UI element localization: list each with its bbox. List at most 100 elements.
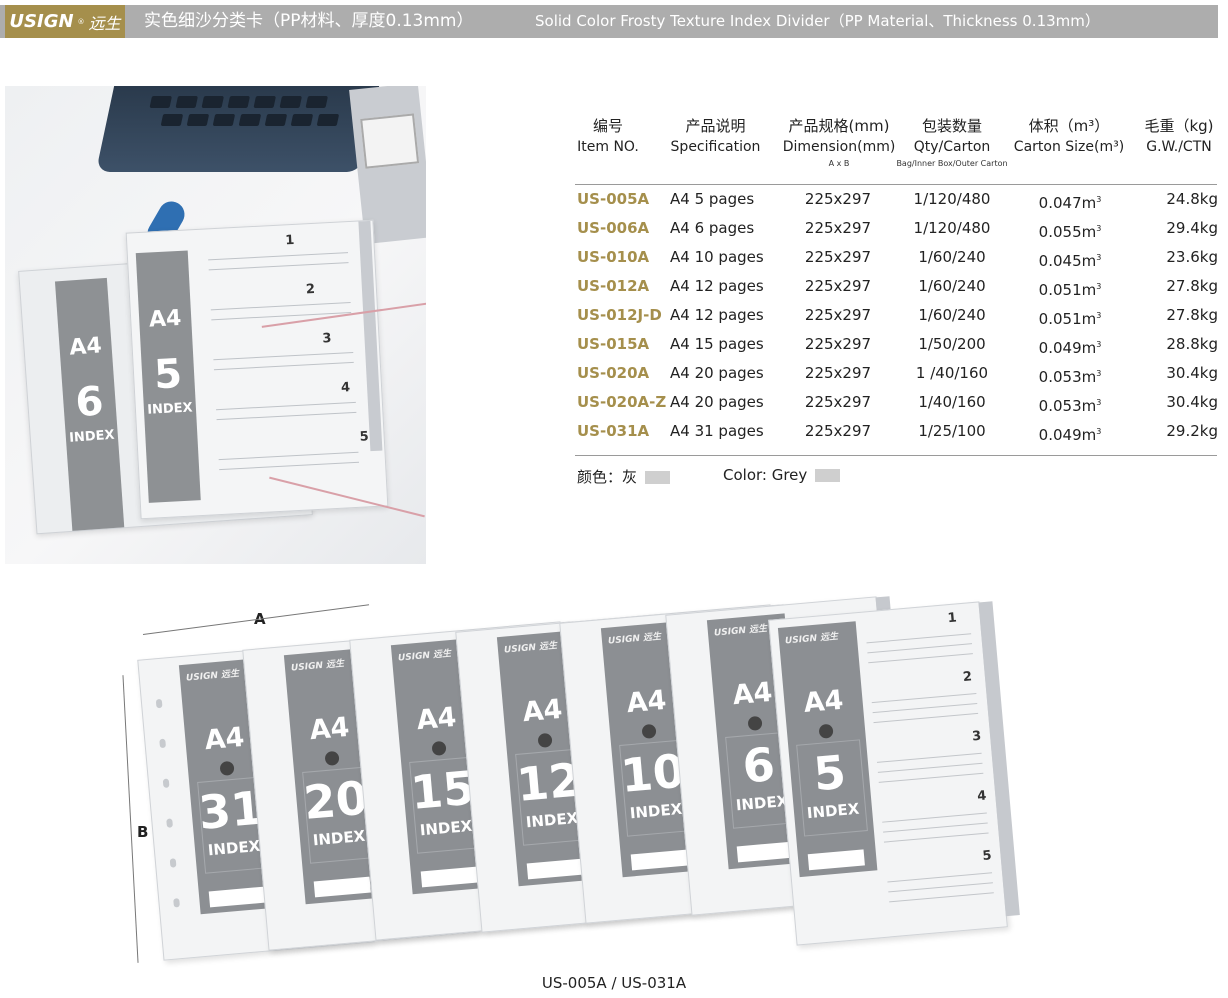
header-carton-size: 体积（m³） Carton Size(m³): [1013, 117, 1125, 155]
tab-number: 3: [971, 728, 982, 745]
sheet-a4-label: A4: [802, 684, 845, 720]
barcode: [630, 849, 688, 871]
photo-page-count: 5: [153, 350, 184, 399]
dimension-b-label: B: [137, 823, 149, 841]
tab-number: 5: [981, 848, 993, 865]
photo-divider-front: A4 5 INDEX 1 2 3 4 5: [125, 219, 389, 520]
spread-caption: US-005A / US-031A: [541, 974, 687, 992]
color-en: Color: Grey: [723, 466, 841, 484]
item-number: US-015A: [577, 335, 650, 353]
tab-number: 1: [947, 610, 958, 627]
table-row: US-006A A4 6 pages 225x297 1/120/480 0.0…: [575, 214, 1220, 243]
gross-weight: 27.8kg: [1166, 306, 1218, 324]
barcode: [526, 858, 584, 880]
item-number: US-012J-D: [577, 306, 662, 324]
photo-index-label: INDEX: [68, 427, 116, 446]
arrow-down-icon: [747, 715, 763, 731]
photo-tab-number: 1: [284, 232, 295, 249]
specification: A4 10 pages: [670, 248, 764, 266]
sheet-logo: USIGN 远生: [397, 649, 452, 664]
header-dimension: 产品规格(mm) Dimension(mm) A x B: [782, 117, 896, 168]
specification: A4 6 pages: [670, 219, 755, 237]
tab-number: 2: [962, 669, 973, 686]
sheet-logo: USIGN 远生: [607, 632, 662, 647]
sheet-logo: USIGN 远生: [503, 641, 558, 656]
grey-swatch: [645, 471, 671, 484]
color-cn: 颜色：灰: [577, 466, 671, 487]
item-number: US-020A-Z: [577, 393, 667, 411]
sheet-logo: USIGN 远生: [713, 624, 768, 639]
title-cn: 实色细沙分类卡（PP材料、厚度0.13mm）: [144, 11, 474, 31]
brand-logo: USIGN ® 远生: [5, 5, 125, 38]
photo-index-label: INDEX: [146, 400, 194, 418]
table-row: US-015A A4 15 pages 225x297 1/50/200 0.0…: [575, 330, 1220, 359]
qty-carton: 1/60/240: [918, 277, 986, 295]
sheet-logo: USIGN 远生: [185, 669, 240, 684]
table-row: US-005A A4 5 pages 225x297 1/120/480 0.0…: [575, 185, 1220, 214]
gross-weight: 23.6kg: [1166, 248, 1218, 266]
item-number: US-006A: [577, 219, 650, 237]
dimension-b-line: [122, 675, 139, 963]
laptop-image: [95, 86, 380, 172]
dimension: 225x297: [804, 190, 872, 208]
arrow-down-icon: [641, 723, 657, 739]
product-photo: A4 6 INDEX A4 5 INDEX 1 2 3 4 5: [5, 86, 426, 564]
arrow-down-icon: [219, 760, 235, 776]
photo-tab-number: 3: [322, 331, 332, 347]
brand-registered: ®: [77, 17, 85, 26]
barcode: [313, 876, 371, 898]
photo-a4-label: A4: [68, 333, 103, 361]
table-row: US-012A A4 12 pages 225x297 1/60/240 0.0…: [575, 272, 1220, 301]
arrow-down-icon: [324, 750, 340, 766]
photo-tab-number: 4: [340, 380, 351, 396]
qty-carton: 1 /40/160: [915, 364, 989, 382]
qty-carton: 1/40/160: [918, 393, 986, 411]
divider-sheet-front: USIGN 远生 A4 5 INDEX 1 2 3 4 5: [768, 601, 1020, 946]
gross-weight: 27.8kg: [1166, 277, 1218, 295]
dimension: 225x297: [804, 277, 872, 295]
qty-carton: 1/25/100: [918, 422, 986, 440]
photo-a4-label: A4: [148, 305, 183, 333]
photo-tab-number: 5: [359, 429, 370, 445]
barcode: [208, 886, 266, 908]
dimension: 225x297: [804, 248, 872, 266]
gross-weight: 30.4kg: [1166, 393, 1218, 411]
specification: A4 20 pages: [670, 364, 764, 382]
qty-carton: 1/120/480: [913, 219, 991, 237]
carton-size: 0.049m3: [1038, 426, 1102, 444]
header-banner: USIGN ® 远生 实色细沙分类卡（PP材料、厚度0.13mm） Solid C…: [0, 5, 1218, 38]
sheet-logo: USIGN 远生: [784, 631, 839, 647]
specification: A4 12 pages: [670, 306, 764, 324]
barcode: [807, 849, 865, 871]
dimension-a-line: [142, 604, 370, 635]
gross-weight: 29.4kg: [1166, 219, 1218, 237]
table-row: US-010A A4 10 pages 225x297 1/60/240 0.0…: [575, 243, 1220, 272]
gross-weight: 24.8kg: [1166, 190, 1218, 208]
header-specification: 产品说明 Specification: [670, 117, 761, 155]
dimension: 225x297: [804, 219, 872, 237]
item-number: US-031A: [577, 422, 650, 440]
dimension: 225x297: [804, 364, 872, 382]
header-qty-carton: 包装数量 Qty/Carton Bag/Inner Box/Outer Cart…: [896, 117, 1008, 168]
dimension: 225x297: [804, 393, 872, 411]
gross-weight: 28.8kg: [1166, 335, 1218, 353]
arrow-down-icon: [537, 732, 553, 748]
table-row: US-031A A4 31 pages 225x297 1/25/100 0.0…: [575, 417, 1220, 446]
specification: A4 31 pages: [670, 422, 764, 440]
barcode: [736, 841, 794, 863]
gross-weight: 29.2kg: [1166, 422, 1218, 440]
brand-mark: USIGN: [9, 11, 74, 32]
item-number: US-012A: [577, 277, 650, 295]
title-en: Solid Color Frosty Texture Index Divider…: [535, 12, 1100, 30]
tab-number: 4: [976, 788, 988, 805]
item-number: US-005A: [577, 190, 650, 208]
barcode: [420, 866, 478, 888]
dimension: 225x297: [804, 335, 872, 353]
sheet-page-count: 5: [811, 744, 849, 802]
photo-tab-number: 2: [305, 281, 316, 298]
gross-weight: 30.4kg: [1166, 364, 1218, 382]
qty-carton: 1/60/240: [918, 306, 986, 324]
header-item-no: 编号 Item NO.: [577, 117, 639, 155]
specification: A4 15 pages: [670, 335, 764, 353]
item-number: US-010A: [577, 248, 650, 266]
